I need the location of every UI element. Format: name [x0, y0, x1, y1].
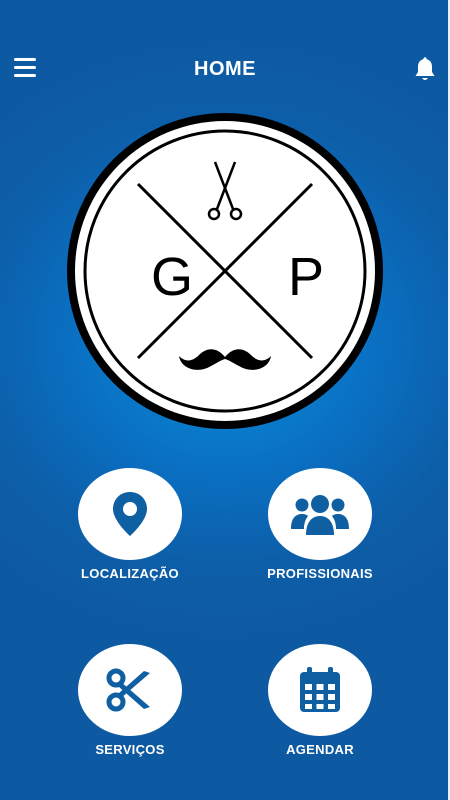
logo-letter-g: G	[151, 247, 193, 307]
logo-letter-p: P	[288, 247, 324, 307]
bell-icon[interactable]	[413, 57, 437, 83]
servicos-label: SERVIÇOS	[95, 742, 165, 757]
localizacao-button[interactable]	[78, 468, 182, 560]
profissionais-button[interactable]	[268, 468, 372, 560]
tile-profissionais[interactable]: PROFISSIONAIS	[245, 468, 395, 581]
calendar-icon	[300, 667, 340, 712]
page-title: HOME	[194, 58, 256, 80]
tile-servicos[interactable]: SERVIÇOS	[55, 644, 205, 757]
gp-barber-logo: G P	[67, 113, 383, 429]
servicos-button[interactable]	[78, 644, 182, 736]
agendar-label: AGENDAR	[286, 742, 354, 757]
users-group-icon	[291, 495, 349, 535]
agendar-button[interactable]	[268, 644, 372, 736]
localizacao-label: LOCALIZAÇÃO	[81, 566, 179, 581]
tile-localizacao[interactable]: LOCALIZAÇÃO	[55, 468, 205, 581]
scissors-icon	[106, 668, 150, 712]
profissionais-label: PROFISSIONAIS	[267, 566, 373, 581]
location-pin-icon	[113, 492, 147, 536]
tile-agendar[interactable]: AGENDAR	[245, 644, 395, 757]
